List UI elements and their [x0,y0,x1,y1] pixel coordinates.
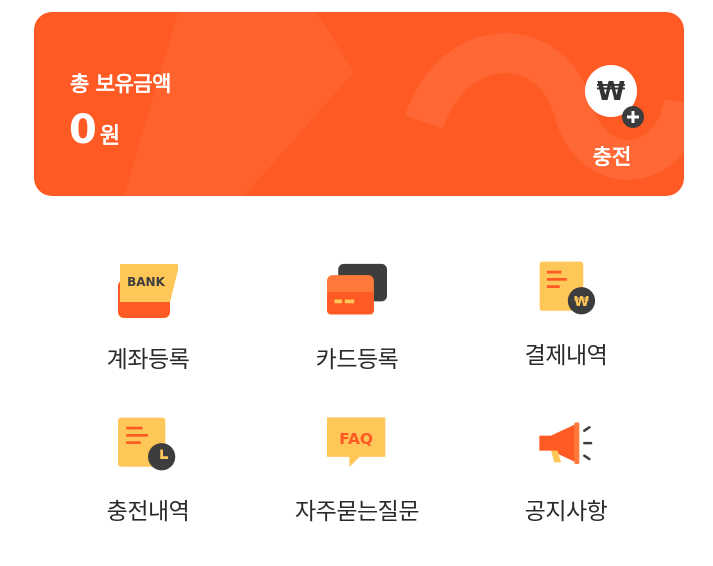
svg-text:FAQ: FAQ [339,430,373,448]
menu-item-label: 공지사항 [524,499,608,525]
faq-icon: FAQ [327,417,386,468]
menu-item-label: 자주묻는질문 [295,499,419,525]
menu-item-label: 계좌등록 [106,347,190,373]
svg-text:BANK: BANK [127,275,165,289]
charge-history-icon [118,417,176,471]
menu-item-label: 충전내역 [106,499,190,525]
megaphone-icon [539,422,593,464]
menu-item-notice[interactable]: 공지사항 [466,414,666,534]
bank-icon: BANK [118,264,178,318]
payment-history-icon: ₩ [539,261,596,315]
menu-item-label: 카드등록 [315,347,399,373]
menu-item-charge-history[interactable]: 충전내역 [48,414,248,534]
svg-text:₩: ₩ [574,294,589,310]
menu-item-account-register[interactable]: BANK 계좌등록 [48,262,248,382]
menu-item-faq[interactable]: FAQ 자주묻는질문 [257,414,457,534]
menu-item-label: 결제내역 [524,343,608,369]
card-icon [327,263,387,315]
menu-grid: BANK 계좌등록 카드등록 ₩ 결제내역 충전내역 FAQ 자주묻는질문 공지… [0,0,713,566]
menu-item-payment-history[interactable]: ₩ 결제내역 [466,258,666,378]
menu-item-card-register[interactable]: 카드등록 [257,262,457,382]
